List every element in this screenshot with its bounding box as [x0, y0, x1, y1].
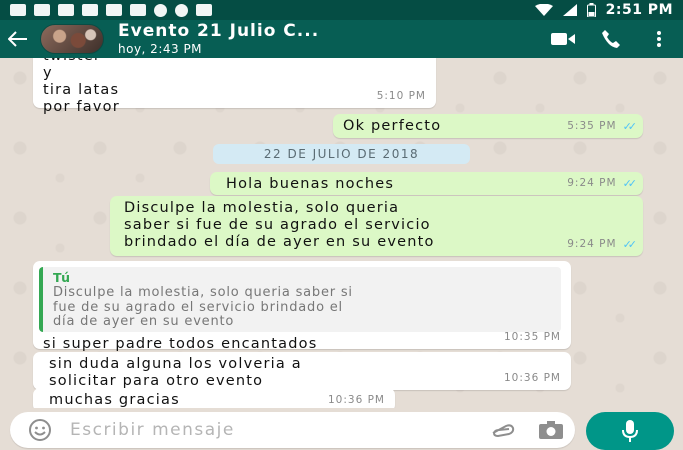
signal-icon: [562, 4, 577, 16]
facebook-icon: [106, 4, 122, 16]
chat-area[interactable]: twister y tira latas por favor 5:10 PM O…: [0, 58, 683, 408]
chat-header: Evento 21 Julio C... hoy, 2:43 PM: [0, 20, 683, 58]
message-incoming[interactable]: sin duda alguna los volveria a solicitar…: [33, 352, 571, 390]
chat-title: Evento 21 Julio C...: [118, 21, 320, 42]
message-incoming-reply[interactable]: Tú Disculpe la molestia, solo queria sab…: [33, 261, 571, 352]
message-line: sin duda alguna los volveria a: [49, 356, 302, 372]
message-incoming[interactable]: twister y tira latas por favor 5:10 PM: [33, 58, 436, 115]
messenger-icon: [154, 3, 167, 17]
emoji-button[interactable]: [10, 412, 70, 448]
date-divider: 22 DE JULIO DE 2018: [213, 144, 470, 164]
camera-button[interactable]: [527, 412, 575, 448]
back-arrow-icon: [8, 31, 27, 47]
clock: 2:51 PM: [605, 2, 673, 18]
message-text: muchas gracias: [49, 392, 180, 408]
message-time: 5:35 PM: [567, 120, 617, 132]
message-time: 10:36 PM: [504, 372, 561, 384]
quote-line: fue de su agrado el servicio brindado el: [53, 299, 343, 315]
video-call-button[interactable]: [539, 20, 587, 58]
message-placeholder: Escribir mensaje: [70, 420, 235, 440]
quote-line: Disculpe la molestia, solo queria saber …: [53, 285, 353, 300]
camera-icon: [539, 421, 563, 439]
video-camera-icon: [551, 33, 575, 45]
message-incoming[interactable]: muchas gracias 10:36 PM: [33, 388, 395, 408]
gmail-icon: [196, 4, 212, 16]
message-input[interactable]: Escribir mensaje: [10, 412, 575, 448]
attach-button[interactable]: [479, 412, 527, 448]
message-outgoing[interactable]: Disculpe la molestia, solo queria saber …: [110, 196, 643, 256]
facebook-icon: [82, 4, 98, 16]
composer-bar: Escribir mensaje: [0, 408, 683, 450]
emoji-icon: [29, 419, 51, 441]
quote-author: Tú: [53, 270, 72, 285]
paperclip-icon: [492, 424, 515, 437]
phone-icon: [602, 30, 620, 48]
microphone-icon: [622, 420, 638, 442]
message-text: si super padre todos encantados: [43, 335, 318, 352]
message-time: 5:10 PM: [376, 90, 426, 102]
message-outgoing[interactable]: Hola buenas noches 9:24 PM ✓✓: [210, 172, 643, 195]
date-divider-label: 22 DE JULIO DE 2018: [263, 147, 420, 161]
message-icon: [34, 4, 50, 16]
more-vert-icon: [657, 31, 661, 47]
avatar[interactable]: [40, 24, 104, 54]
read-ticks-icon: ✓✓: [622, 120, 638, 133]
message-line: saber si fue de su agrado el servicio: [124, 217, 431, 233]
back-button[interactable]: [0, 20, 36, 58]
chat-title-area[interactable]: Evento 21 Julio C... hoy, 2:43 PM: [118, 22, 319, 56]
voice-record-button[interactable]: [586, 412, 674, 450]
battery-icon: [586, 3, 596, 17]
message-text: Hola buenas noches: [226, 176, 395, 192]
quote-line: día de ayer en su evento: [53, 314, 235, 329]
message-time: 10:35 PM: [504, 331, 561, 343]
message-text: Ok perfecto: [343, 118, 442, 134]
message-line: y: [43, 65, 53, 81]
message-line: Disculpe la molestia, solo queria: [124, 200, 400, 216]
message-outgoing[interactable]: Ok perfecto 5:35 PM ✓✓: [333, 114, 643, 138]
notification-icon: [10, 4, 26, 16]
message-time: 9:24 PM: [567, 238, 617, 250]
facebook-icon: [58, 4, 74, 16]
wifi-icon: [534, 4, 553, 16]
last-seen: hoy, 2:43 PM: [118, 41, 203, 56]
read-ticks-icon: ✓✓: [622, 238, 638, 251]
message-line: twister: [43, 58, 426, 65]
read-ticks-icon: ✓✓: [622, 177, 638, 190]
message-line: brindado el día de ayer en su evento: [124, 234, 435, 250]
voice-call-button[interactable]: [587, 20, 635, 58]
chrome-icon: [175, 3, 188, 17]
quoted-message[interactable]: Tú Disculpe la molestia, solo queria sab…: [39, 267, 561, 332]
message-time: 10:36 PM: [328, 394, 385, 406]
facebook-icon: [130, 4, 146, 16]
message-line: tira latas: [43, 82, 120, 98]
menu-button[interactable]: [635, 20, 683, 58]
status-bar: 2:51 PM: [0, 0, 683, 20]
message-time: 9:24 PM: [567, 177, 617, 189]
